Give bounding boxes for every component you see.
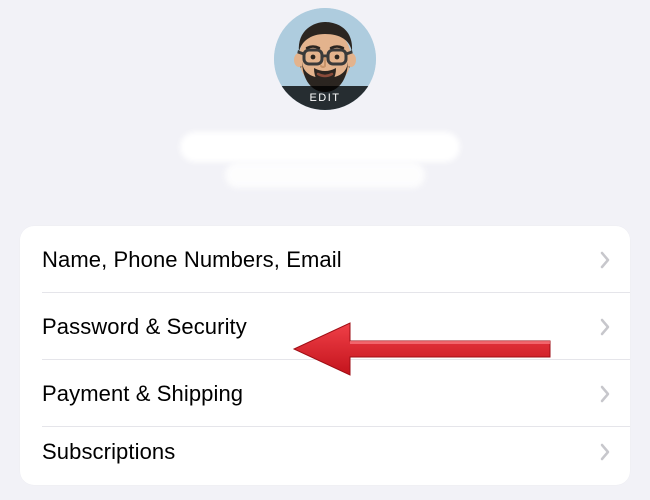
redacted-name-email [175,128,475,198]
chevron-right-icon [600,443,610,461]
chevron-right-icon [600,251,610,269]
row-password-security[interactable]: Password & Security [20,293,630,360]
account-header: EDIT [0,0,650,198]
row-name-phone-email[interactable]: Name, Phone Numbers, Email [20,226,630,293]
row-label: Password & Security [42,314,247,340]
avatar-edit-button[interactable]: EDIT [274,8,376,110]
row-payment-shipping[interactable]: Payment & Shipping [20,360,630,427]
row-label: Name, Phone Numbers, Email [42,247,342,273]
chevron-right-icon [600,385,610,403]
row-label: Payment & Shipping [42,381,243,407]
row-subscriptions[interactable]: Subscriptions [20,427,630,485]
account-settings-list: Name, Phone Numbers, Email Password & Se… [20,226,630,485]
avatar-edit-label: EDIT [274,86,376,110]
chevron-right-icon [600,318,610,336]
row-label: Subscriptions [42,439,175,465]
